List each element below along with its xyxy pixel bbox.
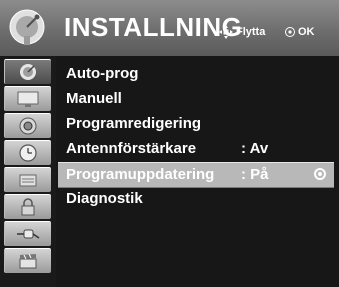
page-title: INSTALLNING bbox=[64, 12, 243, 42]
ok-hint-label: OK bbox=[298, 26, 315, 38]
film-clapper-icon bbox=[19, 253, 37, 269]
plug-icon bbox=[17, 229, 40, 239]
speaker-icon bbox=[19, 117, 37, 135]
sidebar-item-setup[interactable] bbox=[4, 59, 51, 84]
menu-item-auto-prog[interactable]: Auto-prog bbox=[56, 62, 336, 86]
ok-button-icon bbox=[285, 27, 295, 37]
menu-header: INSTALLNING Flytta OK bbox=[0, 0, 339, 56]
key-lock-icon bbox=[19, 174, 37, 187]
sidebar-item-picture[interactable] bbox=[4, 86, 51, 111]
tv-screen-icon bbox=[17, 91, 39, 107]
menu-item-program-update[interactable]: Programuppdatering : På bbox=[58, 162, 334, 188]
sidebar-item-input[interactable] bbox=[4, 221, 51, 246]
navigate-arrows-icon bbox=[219, 25, 233, 39]
menu-item-label: Programredigering bbox=[66, 115, 202, 132]
installation-menu: INSTALLNING Flytta OK Auto-prog Manuell … bbox=[0, 0, 339, 287]
move-hint-label: Flytta bbox=[236, 26, 266, 38]
sidebar-item-audio[interactable] bbox=[4, 113, 51, 138]
menu-list: Auto-prog Manuell Programredigering Ante… bbox=[56, 56, 339, 287]
menu-item-manual[interactable]: Manuell bbox=[56, 87, 336, 111]
menu-item-program-edit[interactable]: Programredigering bbox=[56, 112, 336, 136]
satellite-dish-icon bbox=[9, 9, 45, 45]
menu-item-label: Antennförstärkare bbox=[66, 140, 197, 157]
sidebar-item-lock[interactable] bbox=[4, 194, 51, 219]
sidebar-item-media[interactable] bbox=[4, 248, 51, 273]
sidebar-item-time[interactable] bbox=[4, 140, 51, 165]
ok-select-icon[interactable] bbox=[314, 168, 326, 180]
clock-icon bbox=[19, 144, 37, 162]
menu-item-antenna-booster[interactable]: Antennförstärkare : Av bbox=[56, 137, 336, 161]
menu-item-label: Programuppdatering bbox=[66, 166, 215, 183]
menu-item-value: : Av bbox=[241, 140, 269, 157]
menu-item-diagnostics[interactable]: Diagnostik bbox=[56, 187, 336, 211]
menu-item-label: Manuell bbox=[66, 90, 122, 107]
category-sidebar bbox=[0, 56, 56, 287]
satellite-dish-icon bbox=[20, 64, 36, 80]
menu-item-label: Diagnostik bbox=[66, 190, 143, 207]
menu-item-value: : På bbox=[241, 166, 269, 183]
sidebar-item-option[interactable] bbox=[4, 167, 51, 192]
menu-item-label: Auto-prog bbox=[66, 65, 139, 82]
padlock-icon bbox=[21, 198, 35, 216]
